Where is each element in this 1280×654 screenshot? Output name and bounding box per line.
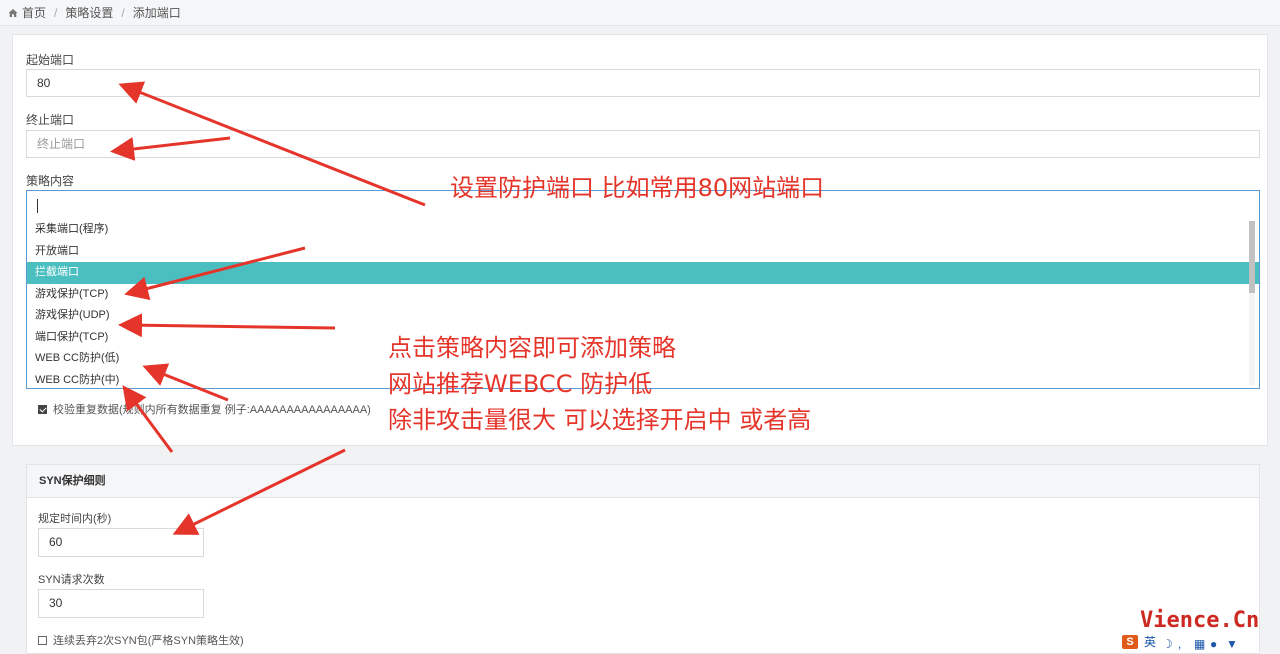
policy-option[interactable]: 开放端口 <box>27 241 1259 263</box>
verify-duplicate-checkbox[interactable] <box>38 404 47 414</box>
start-port-input[interactable]: 80 <box>26 69 1260 97</box>
syn-time-label: 规定时间内(秒) <box>38 513 112 525</box>
breadcrumb-section[interactable]: 策略设置 <box>65 4 113 21</box>
verify-duplicate-label: 校验重复数据(规则内所有数据重复 例子:AAAAAAAAAAAAAAAA) <box>53 404 371 416</box>
syn-panel: SYN保护细则 <box>26 464 1260 654</box>
policy-option[interactable]: 游戏保护(TCP) <box>27 284 1259 306</box>
annotation-policy-note-1: 点击策略内容即可添加策略 <box>388 334 676 362</box>
breadcrumb-current: 添加端口 <box>132 6 181 20</box>
watermark: Vience.Cn <box>1140 608 1260 633</box>
shirt-icon[interactable]: ▼ <box>1226 637 1238 651</box>
keyboard-icon[interactable]: ▦ <box>1194 637 1205 651</box>
syn-drop-row[interactable]: 连续丢弃2次SYN包(严格SYN策略生效) <box>38 632 244 648</box>
policy-option-highlighted[interactable]: 拦截端口 <box>27 262 1259 284</box>
syn-drop-label: 连续丢弃2次SYN包(严格SYN策略生效) <box>53 635 244 647</box>
text-caret <box>37 198 38 213</box>
annotation-policy-note-2: 网站推荐WEBCC 防护低 <box>388 370 653 398</box>
start-port-label: 起始端口 <box>26 53 75 67</box>
breadcrumb: 首页 / 策略设置 / 添加端口 <box>0 0 1280 26</box>
policy-option[interactable]: 游戏保护(UDP) <box>27 305 1259 327</box>
end-port-label: 终止端口 <box>26 113 75 127</box>
dropdown-scrollbar-thumb[interactable] <box>1249 221 1255 293</box>
breadcrumb-separator: / <box>121 5 125 20</box>
syn-time-input[interactable]: 60 <box>38 528 204 557</box>
ime-toolbar[interactable]: S 英 ☽ , ▦ ● ▼ <box>1122 633 1280 651</box>
breadcrumb-home[interactable]: 首页 <box>22 4 46 21</box>
syn-panel-title: SYN保护细则 <box>27 465 1259 498</box>
ime-logo-icon: S <box>1122 634 1138 649</box>
ime-mode[interactable]: 英 <box>1144 633 1156 650</box>
annotation-port-note: 设置防护端口 比如常用80网站端口 <box>450 174 825 202</box>
end-port-input[interactable]: 终止端口 <box>26 130 1260 158</box>
verify-duplicate-row[interactable]: 校验重复数据(规则内所有数据重复 例子:AAAAAAAAAAAAAAAA) <box>38 401 371 417</box>
breadcrumb-separator: / <box>54 5 58 20</box>
comma-icon[interactable]: , <box>1178 637 1188 651</box>
user-icon[interactable]: ● <box>1210 637 1220 651</box>
policy-option[interactable]: 采集端口(程序) <box>27 219 1259 241</box>
syn-count-label: SYN请求次数 <box>38 574 105 586</box>
annotation-policy-note-3: 除非攻击量很大 可以选择开启中 或者高 <box>388 406 812 434</box>
syn-drop-checkbox[interactable] <box>38 635 47 645</box>
policy-label: 策略内容 <box>26 174 75 188</box>
syn-count-input[interactable]: 30 <box>38 589 204 618</box>
home-icon <box>8 8 18 17</box>
moon-icon[interactable]: ☽ <box>1162 637 1173 651</box>
